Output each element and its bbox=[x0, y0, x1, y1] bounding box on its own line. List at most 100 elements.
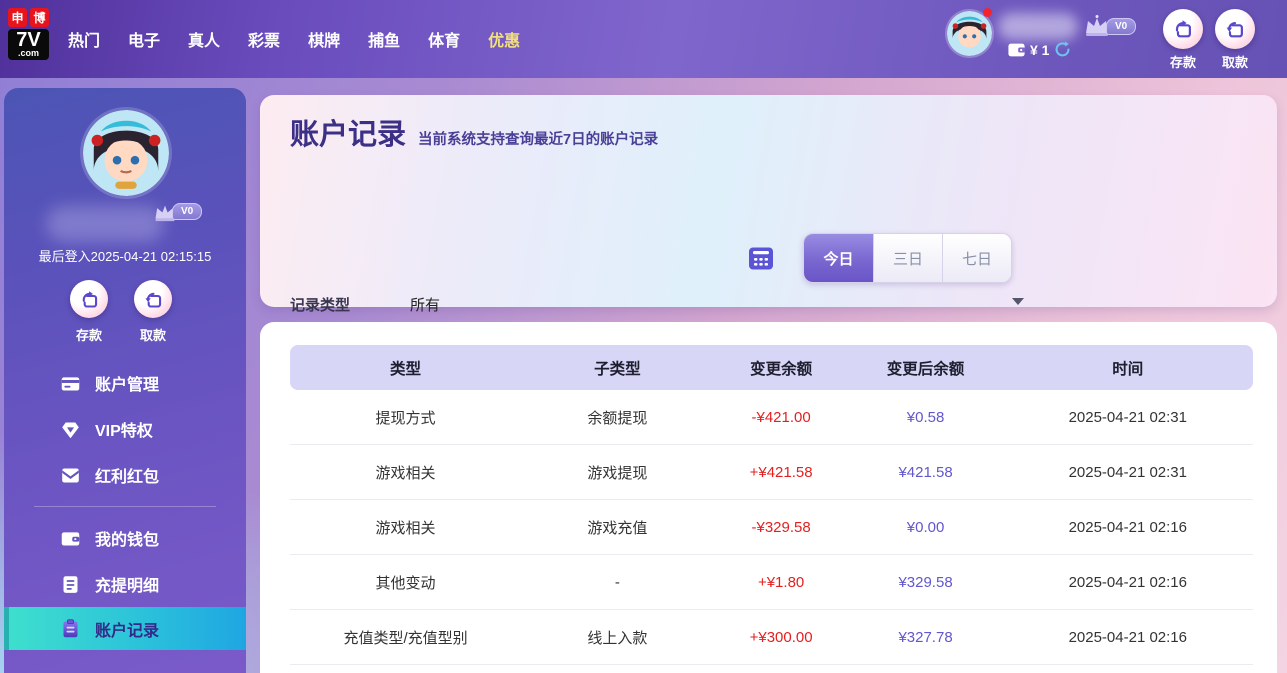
logo-main-text: 7V bbox=[8, 30, 49, 50]
sidebar-item-transaction-details[interactable]: 充提明细 bbox=[4, 561, 246, 607]
range-button-today[interactable]: 今日 bbox=[804, 234, 873, 282]
bank-card-icon bbox=[60, 373, 81, 394]
cell-after-balance: ¥421.58 bbox=[849, 464, 1003, 481]
username-blurred bbox=[998, 13, 1078, 40]
sidebar: V0 最后登入2025-04-21 02:15:15 存款 取款 bbox=[4, 88, 246, 673]
page: 申 博 7V .com 热门 电子 真人 彩票 棋牌 捕鱼 体育 优惠 bbox=[0, 0, 1287, 673]
last-login-text: 最后登入2025-04-21 02:15:15 bbox=[4, 246, 246, 265]
logo-char: 博 bbox=[30, 8, 49, 27]
sidebar-item-vip[interactable]: VIP特权 bbox=[4, 406, 246, 452]
col-header-type: 类型 bbox=[290, 357, 521, 379]
refresh-icon[interactable] bbox=[1054, 41, 1071, 58]
cell-change-amount: -¥329.58 bbox=[714, 519, 849, 536]
wallet-icon bbox=[60, 528, 81, 549]
user-avatar[interactable] bbox=[947, 11, 992, 56]
withdraw-label[interactable]: 取款 bbox=[1205, 52, 1265, 71]
chevron-down-icon[interactable] bbox=[1012, 298, 1024, 305]
range-button-7days[interactable]: 七日 bbox=[942, 234, 1011, 282]
cell-time: 2025-04-21 02:31 bbox=[1003, 464, 1253, 481]
logo-suffix: .com bbox=[8, 49, 49, 58]
sidebar-item-account-management[interactable]: 账户管理 bbox=[4, 360, 246, 406]
logo-char: 申 bbox=[8, 8, 27, 27]
wallet-balance-row: ¥ 1 bbox=[1008, 41, 1071, 58]
sidebar-item-label: 账户记录 bbox=[95, 617, 159, 641]
records-filter-panel: 账户记录 当前系统支持查询最近7日的账户记录 记录类型 所有 交易日期 2025… bbox=[260, 95, 1277, 307]
deposit-icon bbox=[1172, 18, 1194, 40]
range-button-3days[interactable]: 三日 bbox=[873, 234, 942, 282]
cell-change-amount: +¥1.80 bbox=[714, 574, 849, 591]
sidebar-item-bonus[interactable]: 红利红包 bbox=[4, 452, 246, 498]
deposit-button[interactable] bbox=[1163, 9, 1203, 49]
cell-change-amount: +¥300.00 bbox=[714, 629, 849, 646]
vip-level-badge: V0 bbox=[1106, 18, 1136, 35]
table-body: 提现方式 余额提现 -¥421.00 ¥0.58 2025-04-21 02:3… bbox=[290, 390, 1253, 665]
record-type-select[interactable]: 所有 bbox=[410, 294, 440, 315]
sidebar-vip-badge[interactable]: V0 bbox=[152, 202, 202, 223]
cell-time: 2025-04-21 02:16 bbox=[1003, 629, 1253, 646]
cell-time: 2025-04-21 02:31 bbox=[1003, 409, 1253, 426]
red-packet-icon bbox=[60, 465, 81, 486]
avatar-image bbox=[83, 110, 169, 196]
withdraw-button[interactable] bbox=[1215, 9, 1255, 49]
col-header-time: 时间 bbox=[1003, 357, 1253, 379]
table-row: 游戏相关 游戏提现 +¥421.58 ¥421.58 2025-04-21 02… bbox=[290, 445, 1253, 500]
cell-type: 提现方式 bbox=[290, 407, 521, 428]
sidebar-item-label: VIP特权 bbox=[95, 417, 153, 441]
date-range-quick-buttons: 今日 三日 七日 bbox=[803, 233, 1012, 283]
page-subtitle: 当前系统支持查询最近7日的账户记录 bbox=[418, 128, 658, 149]
main-nav-menu: 热门 电子 真人 彩票 棋牌 捕鱼 体育 优惠 bbox=[64, 0, 520, 78]
nav-item-slots[interactable]: 电子 bbox=[128, 27, 160, 51]
withdraw-icon bbox=[1224, 18, 1246, 40]
username-blurred bbox=[46, 206, 164, 242]
sidebar-item-my-wallet[interactable]: 我的钱包 bbox=[4, 515, 246, 561]
cell-subtype: 线上入款 bbox=[521, 627, 714, 648]
sidebar-item-label: 充提明细 bbox=[95, 572, 159, 596]
sidebar-item-label: 红利红包 bbox=[95, 463, 159, 487]
nav-item-boardgames[interactable]: 棋牌 bbox=[308, 27, 340, 51]
sidebar-withdraw-button[interactable] bbox=[134, 280, 172, 318]
sidebar-item-account-records[interactable]: 账户记录 bbox=[4, 607, 246, 650]
sidebar-divider bbox=[34, 506, 216, 507]
nav-item-sports[interactable]: 体育 bbox=[428, 27, 460, 51]
cell-after-balance: ¥329.58 bbox=[849, 574, 1003, 591]
vip-gem-icon bbox=[60, 419, 81, 440]
cell-subtype: 余额提现 bbox=[521, 407, 714, 428]
nav-item-live[interactable]: 真人 bbox=[188, 27, 220, 51]
nav-item-lottery[interactable]: 彩票 bbox=[248, 27, 280, 51]
vip-level-badge: V0 bbox=[172, 203, 202, 220]
withdraw-icon bbox=[143, 289, 164, 310]
cell-subtype: - bbox=[521, 574, 714, 591]
sidebar-withdraw-label[interactable]: 取款 bbox=[123, 325, 183, 344]
table-header-row: 类型 子类型 变更余额 变更后余额 时间 bbox=[290, 345, 1253, 390]
page-title: 账户记录 bbox=[290, 111, 406, 153]
col-header-subtype: 子类型 bbox=[521, 357, 714, 379]
record-type-label: 记录类型 bbox=[290, 294, 350, 315]
wallet-icon bbox=[1008, 43, 1025, 57]
table-row: 游戏相关 游戏充值 -¥329.58 ¥0.00 2025-04-21 02:1… bbox=[290, 500, 1253, 555]
cell-after-balance: ¥0.58 bbox=[849, 409, 1003, 426]
records-table-panel: 类型 子类型 变更余额 变更后余额 时间 提现方式 余额提现 -¥421.00 … bbox=[260, 322, 1277, 673]
statement-icon bbox=[60, 574, 81, 595]
cell-type: 游戏相关 bbox=[290, 462, 521, 483]
nav-item-hot[interactable]: 热门 bbox=[68, 27, 100, 51]
sidebar-deposit-button[interactable] bbox=[70, 280, 108, 318]
cell-time: 2025-04-21 02:16 bbox=[1003, 574, 1253, 591]
nav-item-fishing[interactable]: 捕鱼 bbox=[368, 27, 400, 51]
vip-crown-badge[interactable]: V0 bbox=[1082, 14, 1136, 38]
sidebar-item-label: 账户管理 bbox=[95, 371, 159, 395]
col-header-after: 变更后余额 bbox=[849, 357, 1003, 379]
records-icon bbox=[60, 618, 81, 639]
sidebar-user-avatar[interactable] bbox=[83, 110, 169, 196]
notification-dot bbox=[983, 8, 992, 17]
nav-item-promotions[interactable]: 优惠 bbox=[488, 27, 520, 51]
table-row: 其他变动 - +¥1.80 ¥329.58 2025-04-21 02:16 bbox=[290, 555, 1253, 610]
sidebar-menu: 账户管理 VIP特权 红利红包 bbox=[4, 360, 246, 650]
site-logo[interactable]: 申 博 7V .com bbox=[8, 8, 62, 60]
avatar-image bbox=[947, 11, 992, 56]
deposit-label[interactable]: 存款 bbox=[1153, 52, 1213, 71]
cell-change-amount: -¥421.00 bbox=[714, 409, 849, 426]
sidebar-deposit-label[interactable]: 存款 bbox=[59, 325, 119, 344]
calendar-icon[interactable] bbox=[748, 245, 774, 271]
col-header-change: 变更余额 bbox=[714, 357, 849, 379]
cell-change-amount: +¥421.58 bbox=[714, 464, 849, 481]
